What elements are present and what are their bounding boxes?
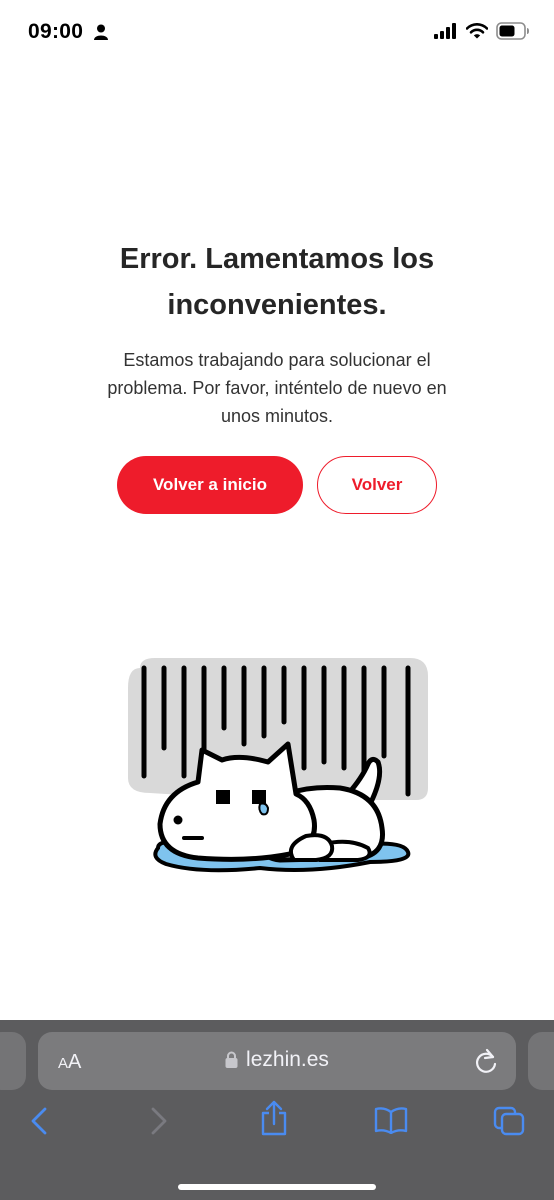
battery-icon [496,22,529,40]
forward-icon[interactable] [150,1106,168,1136]
back-icon[interactable] [30,1106,48,1136]
person-icon [94,24,108,40]
status-time: 09:00 [28,20,84,43]
home-button[interactable]: Volver a inicio [117,456,303,514]
bookmarks-icon[interactable] [374,1106,408,1134]
tabs-icon[interactable] [493,1106,525,1136]
error-content: Error. Lamentamos los inconvenientes. Es… [0,236,554,514]
status-bar: 09:00 [0,0,554,66]
home-indicator [178,1184,376,1190]
browser-toolbar: AA lezhin.es [0,1020,554,1200]
back-button[interactable]: Volver [317,456,437,514]
address-bar[interactable]: AA lezhin.es [38,1032,516,1090]
sad-dog-illustration [128,658,428,873]
next-tab-preview[interactable] [528,1032,554,1090]
previous-tab-preview[interactable] [0,1032,26,1090]
reload-icon[interactable] [474,1048,498,1074]
error-message: Estamos trabajando para solucionar el pr… [107,350,447,426]
button-row: Volver a inicio Volver [0,456,554,514]
lock-icon [225,1051,238,1068]
wifi-icon [466,23,488,39]
url-display[interactable]: lezhin.es [38,1048,516,1072]
signal-icon [434,23,456,39]
share-icon[interactable] [259,1100,289,1136]
browser-nav-toolbar [0,1100,554,1150]
url-text: lezhin.es [246,1048,329,1071]
error-title: Error. Lamentamos los inconvenientes. [119,243,435,321]
